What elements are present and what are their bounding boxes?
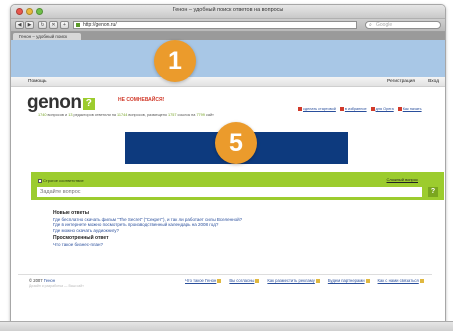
status-bar [0,321,453,331]
how-to-start-link[interactable]: Как начать [403,107,422,111]
footer-item-about: Что такое Генон [185,278,222,283]
forward-button[interactable]: ▶ [25,21,34,29]
site-top-nav: Помощь Регистрация Вход [11,77,445,87]
make-homepage-link[interactable]: сделать стартовой [303,107,336,111]
footer-item-partners: Будем партнерами [328,278,370,283]
info-icon [397,107,402,111]
answer-link[interactable]: Где в интернете можно посмотреть произво… [53,222,242,228]
footer-links: Что такое Генон Вы согласны Как размести… [185,278,424,283]
utility-links: сделать стартовой в избранное для Opera … [298,107,422,111]
reload-icon: ↻ [40,22,45,28]
stat-text-5: сайт [205,113,214,117]
footer-link-partners[interactable]: Будем партнерами [328,278,365,283]
opera-link[interactable]: для Opera [376,107,394,111]
site-stats: 1740 вопросов и 13 редакторов ответили н… [38,113,214,117]
add-bookmark-button[interactable]: + [60,21,69,29]
stat-text-2: редакторов ответили на [73,113,116,117]
question-mark-logo-icon: ? [82,98,95,110]
copyright: © 2007 Генон [29,278,55,283]
stat-answered: 11744 [117,113,128,117]
title-bar: Генон – удобный поиск ответов на вопросы [11,5,445,19]
opera-item: для Opera [370,107,394,111]
opera-icon [370,107,375,111]
how-to-start-item: Как начать [397,107,422,111]
question-search-panel: Строгое соответствие Сложный вопрос ? [31,172,444,200]
footer-bullet-icon [365,279,370,283]
stat-sites: 7799 [196,113,205,117]
browser-toolbar: ◀ ▶ ↻ ✕ + http://genon.ru/ ⌕ Google [11,19,445,32]
address-text: http://genon.ru/ [83,22,117,28]
footer-item-agree: Вы согласны [229,278,260,283]
footer-bullet-icon [255,279,260,283]
make-homepage-item: сделать стартовой [298,107,336,111]
home-icon [298,107,302,111]
plus-icon: + [63,22,66,28]
back-arrow-icon: ◀ [17,22,22,28]
stop-icon: ✕ [51,22,56,28]
number-badge-5: 5 [215,122,257,164]
footer-link-agree[interactable]: Вы согласны [229,278,254,283]
register-link[interactable]: Регистрация [387,79,415,84]
site-footer: © 2007 Генон Дизайн и разработка — Ваш с… [18,274,432,290]
window-title: Генон – удобный поиск ответов на вопросы [172,7,284,13]
reload-button[interactable]: ↻ [38,21,47,29]
footer-item-ads: Как разместить рекламу [267,278,320,283]
footer-bullet-icon [419,279,424,283]
tab-bar: Генон – удобный поиск [11,32,445,40]
footer-item-contact: Как с нами связаться [378,278,424,283]
genon-logo[interactable]: genon? [27,93,95,112]
footer-link-about[interactable]: Что такое Генон [185,278,216,283]
strict-match-checkbox[interactable] [38,179,42,183]
stop-button[interactable]: ✕ [49,21,58,29]
footer-brand-link[interactable]: Генон [44,278,55,283]
stat-links: 1757 [168,113,177,117]
strict-match-label: Строгое соответствие [43,178,84,183]
add-favorites-link[interactable]: в избранное [345,107,367,111]
login-link[interactable]: Вход [428,79,439,84]
forward-arrow-icon: ▶ [27,22,32,28]
back-button[interactable]: ◀ [15,21,24,29]
footer-link-ads[interactable]: Как разместить рекламу [267,278,314,283]
top-banner [11,40,445,77]
question-input[interactable] [37,187,422,197]
stat-text-1: вопросов и [47,113,68,117]
complex-question-link[interactable]: Сложный вопрос [387,177,418,182]
answers-section: Новые ответы Где бесплатно скачать фильм… [53,210,242,248]
footer-subtext: Дизайн и разработка — Ваш сайт [29,284,84,288]
address-bar[interactable]: http://genon.ru/ [73,21,357,29]
tab-genon[interactable]: Генон – удобный поиск [13,33,81,40]
site-favicon-icon [76,23,80,27]
footer-bullet-icon [217,279,222,283]
ask-button[interactable]: ? [428,187,438,197]
stat-questions: 1740 [38,113,47,117]
copyright-text: © 2007 [29,278,43,283]
logo-text: genon [27,92,82,113]
browser-search-field[interactable]: ⌕ Google [365,21,441,29]
stat-text-4: ссылок на [177,113,196,117]
footer-link-contact[interactable]: Как с нами связаться [378,278,419,283]
star-icon [339,107,344,111]
number-badge-1: 1 [154,40,196,82]
search-icon: ⌕ [369,22,372,28]
stat-text-3: вопросов, размещено [128,113,167,117]
footer-bullet-icon [315,279,320,283]
strict-match-option[interactable]: Строгое соответствие [38,178,84,183]
help-link[interactable]: Помощь [28,79,47,84]
stat-editors: 13 [68,113,73,117]
slogan: НЕ СОМНЕВАЙСЯ! [118,97,165,103]
viewed-answer-link[interactable]: Что такое бизнес-план? [53,242,242,248]
browser-search-placeholder: Google [376,22,393,28]
favorites-item: в избранное [339,107,367,111]
